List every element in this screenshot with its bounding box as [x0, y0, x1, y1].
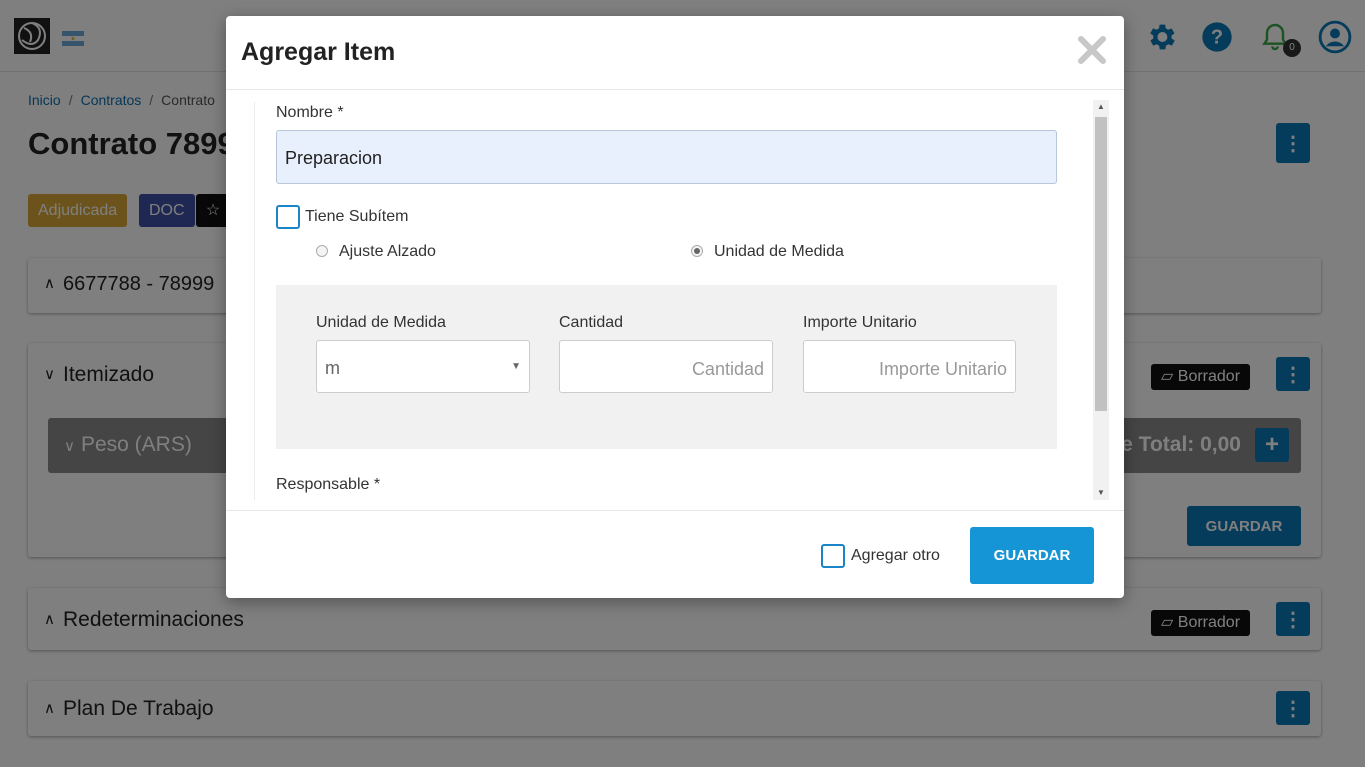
radio-ajuste-alzado-label: Ajuste Alzado — [339, 243, 436, 260]
cantidad-label: Cantidad — [559, 314, 624, 331]
close-icon[interactable] — [1076, 34, 1108, 66]
modal-footer: Agregar otro GUARDAR — [226, 510, 1124, 598]
importe-unitario-input[interactable]: Importe Unitario — [803, 340, 1016, 393]
unidad-medida-label: Unidad de Medida — [316, 314, 446, 331]
radio-unidad-medida[interactable] — [691, 245, 703, 257]
radio-unidad-medida-label: Unidad de Medida — [714, 243, 844, 260]
agregar-otro-label: Agregar otro — [851, 547, 940, 564]
responsable-label: Responsable * — [276, 476, 381, 493]
scroll-down-icon[interactable]: ▼ — [1093, 486, 1109, 500]
agregar-otro-checkbox[interactable] — [821, 544, 845, 568]
radio-selected-dot — [694, 248, 700, 254]
modal-title: Agregar Item — [241, 38, 396, 66]
cantidad-input[interactable]: Cantidad — [559, 340, 773, 393]
nombre-label: Nombre * — [276, 104, 344, 121]
modal-body: Nombre * Preparacion Tiene Subítem Ajust… — [254, 102, 1109, 500]
unidad-medida-section: Unidad de Medida m ▼ Cantidad Cantidad I… — [276, 285, 1057, 449]
modal-save-button[interactable]: GUARDAR — [970, 527, 1094, 584]
subitem-checkbox[interactable] — [276, 205, 300, 229]
modal-header: Agregar Item — [226, 16, 1124, 90]
dropdown-arrow-icon: ▼ — [511, 361, 521, 372]
subitem-label: Tiene Subítem — [305, 208, 409, 225]
modal-scrollbar[interactable]: ▲ ▼ — [1093, 100, 1109, 500]
scroll-up-icon[interactable]: ▲ — [1093, 100, 1109, 114]
add-item-modal: Agregar Item Nombre * Preparacion Tiene … — [226, 16, 1124, 598]
scroll-thumb[interactable] — [1095, 117, 1107, 411]
unidad-medida-select[interactable]: m ▼ — [316, 340, 530, 393]
importe-unitario-label: Importe Unitario — [803, 314, 917, 331]
nombre-input[interactable]: Preparacion — [276, 130, 1057, 184]
radio-ajuste-alzado[interactable] — [316, 245, 328, 257]
